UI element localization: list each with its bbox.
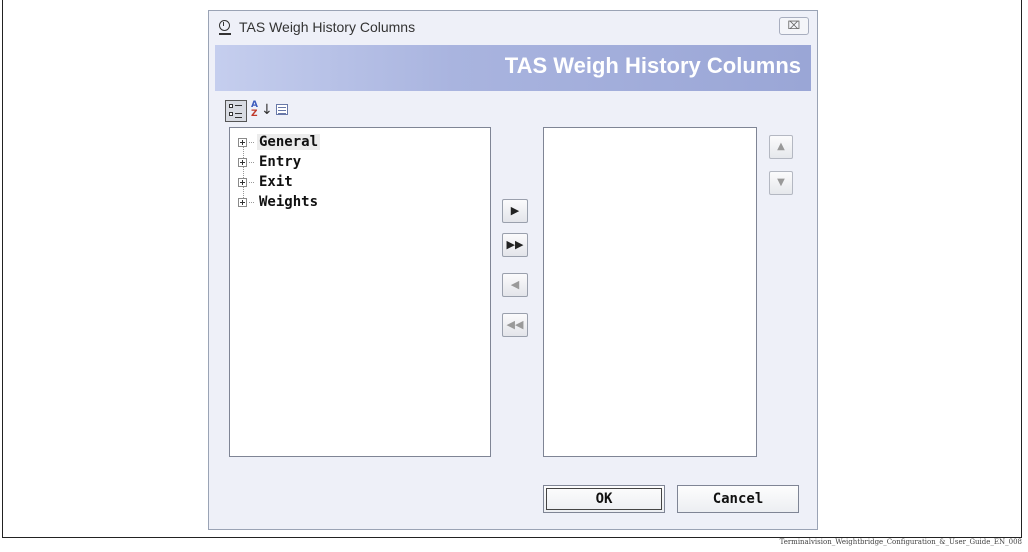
tree-connector [249, 161, 254, 163]
expand-plus-icon[interactable] [238, 177, 247, 187]
tree-connector [249, 181, 254, 183]
tree-node-entry[interactable]: Entry [238, 152, 320, 172]
arrow-left-icon: ◀ [510, 278, 520, 291]
move-down-button[interactable]: ▼ [769, 171, 793, 195]
tree-node-label: General [257, 134, 321, 150]
figure-caption: Terminalvision_Weightbridge_Configuratio… [779, 538, 1022, 546]
tree-node-exit[interactable]: Exit [238, 172, 320, 192]
add-all-columns-button[interactable]: ▶▶ [502, 233, 528, 257]
cancel-button[interactable]: Cancel [677, 485, 799, 513]
arrow-up-icon: ▲ [777, 141, 785, 152]
close-icon: ⌧ [787, 19, 801, 32]
window-title: TAS Weigh History Columns [239, 19, 416, 35]
tree-list: General Entry Exit Weights [238, 132, 321, 212]
selected-columns-list[interactable] [543, 127, 757, 457]
banner-title: TAS Weigh History Columns [504, 53, 801, 78]
arrow-right-icon: ▶ [510, 204, 520, 217]
close-button[interactable]: ⌧ [779, 17, 809, 35]
tree-node-label: Exit [259, 174, 293, 190]
remove-all-columns-button[interactable]: ◀◀ [502, 313, 528, 337]
header-banner: TAS Weigh History Columns [215, 45, 811, 91]
expand-plus-icon[interactable] [238, 157, 247, 167]
categorized-view-button[interactable] [225, 100, 247, 122]
expand-plus-icon[interactable] [238, 137, 247, 147]
arrow-down-icon: ▼ [777, 177, 785, 188]
sort-alphabetical-button[interactable]: A Z ↓ [250, 100, 273, 122]
tree-connector [249, 201, 254, 203]
remove-column-button[interactable]: ◀ [502, 273, 528, 297]
tree-node-label: Weights [259, 194, 319, 210]
tree-connector [249, 141, 254, 143]
window-app-icon [219, 20, 230, 31]
tree-node-weights[interactable]: Weights [238, 192, 320, 212]
list-view-button[interactable] [274, 100, 292, 122]
add-column-button[interactable]: ▶ [502, 199, 528, 223]
sort-letter-z: Z [251, 109, 258, 119]
weigh-history-columns-dialog: TAS Weigh History Columns ⌧ TAS Weigh Hi… [208, 10, 818, 530]
ok-button[interactable]: OK [543, 485, 665, 513]
expand-plus-icon[interactable] [238, 197, 247, 207]
tree-node-label: Entry [259, 154, 302, 170]
sort-arrow: ↓ [261, 102, 273, 118]
double-arrow-left-icon: ◀◀ [506, 318, 524, 331]
tree-node-general[interactable]: General [238, 132, 321, 152]
double-arrow-right-icon: ▶▶ [506, 238, 524, 251]
title-bar: TAS Weigh History Columns ⌧ [209, 11, 817, 45]
available-columns-tree[interactable]: General Entry Exit Weights [229, 127, 491, 457]
window-app-icon-base [219, 33, 231, 35]
move-up-button[interactable]: ▲ [769, 135, 793, 159]
